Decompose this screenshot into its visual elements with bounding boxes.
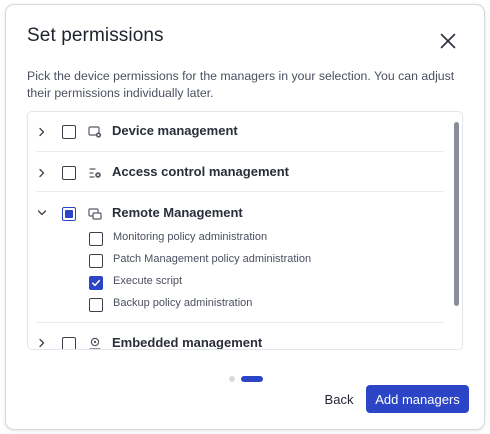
chevron-down-icon [37, 210, 47, 216]
close-icon [440, 33, 456, 49]
chevron-right-icon [39, 168, 45, 178]
permission-checkbox[interactable] [89, 254, 103, 268]
permissions-list: Device management Access control managem… [27, 111, 463, 350]
add-managers-button[interactable]: Add managers [366, 385, 469, 413]
permission-item-patch-management[interactable]: Patch Management policy administration [28, 250, 444, 272]
category-row-access-control[interactable]: Access control management [28, 152, 444, 192]
chevron-right-icon [39, 127, 45, 137]
category-label: Device management [112, 123, 238, 138]
category-label: Remote Management [112, 205, 243, 220]
dialog-title: Set permissions [27, 25, 164, 46]
permission-checkbox-checked[interactable] [89, 276, 103, 290]
back-button[interactable]: Back [317, 385, 361, 413]
permission-label: Execute script [113, 275, 183, 287]
permission-item-backup[interactable]: Backup policy administration [28, 294, 444, 316]
expand-chevron[interactable] [36, 337, 48, 349]
remote-screen-icon [86, 205, 104, 223]
permission-label: Backup policy administration [113, 297, 253, 309]
partial-indicator [65, 210, 73, 218]
permission-label: Monitoring policy administration [113, 231, 268, 243]
embedded-chip-icon [86, 335, 104, 349]
expand-chevron[interactable] [36, 167, 48, 179]
permission-label: Patch Management policy administration [113, 253, 312, 265]
expand-chevron[interactable] [36, 126, 48, 138]
category-label: Embedded management [112, 335, 263, 350]
list-scrollbar[interactable] [454, 122, 459, 306]
row-divider [36, 191, 444, 192]
device-gear-icon [86, 123, 104, 141]
collapse-chevron[interactable] [36, 207, 48, 219]
close-button[interactable] [434, 27, 462, 55]
checkmark-icon [92, 279, 101, 287]
dialog-description: Pick the device permissions for the mana… [27, 69, 455, 100]
access-control-icon [86, 164, 104, 182]
chevron-right-icon [39, 338, 45, 348]
permission-item-monitoring[interactable]: Monitoring policy administration [28, 228, 444, 250]
step-dot-2-active [241, 376, 263, 382]
category-checkbox[interactable] [62, 337, 76, 349]
category-checkbox[interactable] [62, 125, 76, 139]
category-row-embedded-management[interactable]: Embedded management [28, 323, 444, 350]
category-checkbox[interactable] [62, 166, 76, 180]
permission-checkbox[interactable] [89, 298, 103, 312]
permission-checkbox[interactable] [89, 232, 103, 246]
category-label: Access control management [112, 164, 290, 179]
step-dot-1 [229, 376, 235, 382]
category-checkbox-partial[interactable] [62, 207, 76, 221]
category-row-remote-management[interactable]: Remote Management [28, 193, 444, 233]
set-permissions-dialog: Set permissions Pick the device permissi… [5, 4, 485, 430]
category-row-device-management[interactable]: Device management [28, 112, 444, 152]
permission-item-execute-script[interactable]: Execute script [28, 272, 444, 294]
